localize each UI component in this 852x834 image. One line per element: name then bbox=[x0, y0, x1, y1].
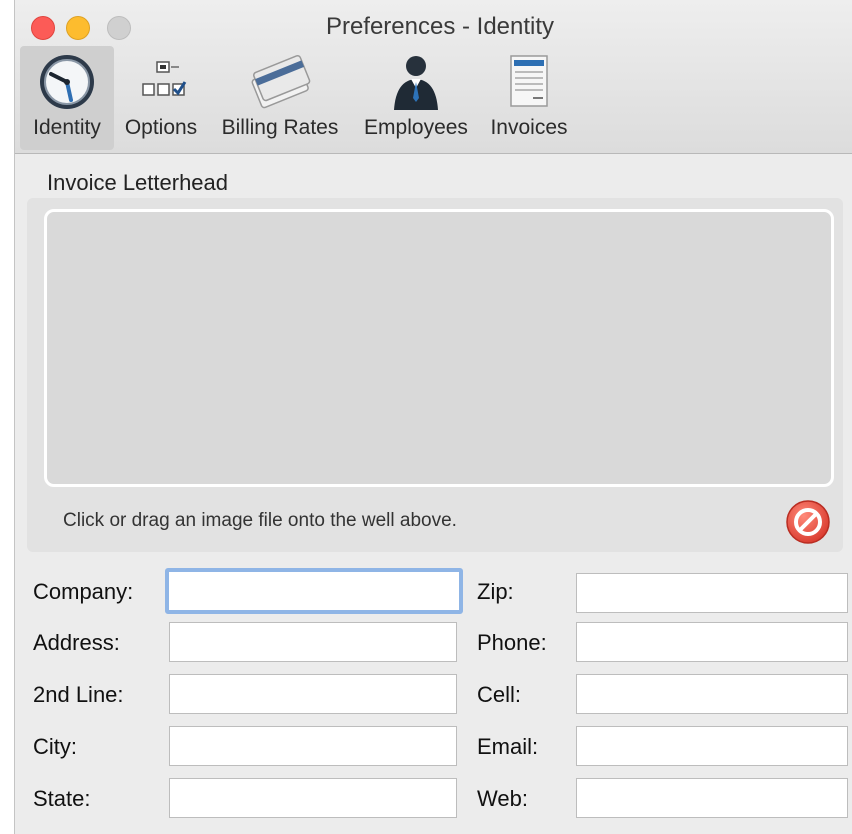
tab-options[interactable]: Options bbox=[119, 46, 203, 150]
phone-field[interactable] bbox=[576, 622, 848, 662]
address-label: Address: bbox=[33, 630, 120, 655]
options-checkbox-icon bbox=[119, 52, 203, 112]
tab-invoices-label: Invoices bbox=[490, 116, 568, 139]
letterhead-hint: Click or drag an image file onto the wel… bbox=[63, 510, 457, 531]
tab-identity-label: Identity bbox=[33, 116, 101, 139]
tab-billing-rates-label: Billing Rates bbox=[221, 116, 339, 139]
clear-image-icon[interactable] bbox=[785, 499, 831, 545]
toolbar: Identity Options Billing Rates Employees… bbox=[15, 46, 852, 152]
phone-label: Phone: bbox=[477, 630, 547, 655]
employee-person-icon bbox=[357, 52, 475, 112]
tab-identity[interactable]: Identity bbox=[20, 46, 114, 150]
window-title: Preferences - Identity bbox=[325, 13, 555, 40]
identity-clock-icon bbox=[20, 52, 114, 112]
tab-invoices[interactable]: Invoices bbox=[483, 46, 575, 150]
zoom-button[interactable] bbox=[107, 16, 131, 40]
cell-label: Cell: bbox=[477, 682, 522, 707]
address-field[interactable] bbox=[169, 622, 457, 662]
second-line-label: 2nd Line: bbox=[33, 682, 124, 707]
invoice-document-icon bbox=[483, 52, 575, 112]
zip-label: Zip: bbox=[477, 579, 514, 604]
close-button[interactable] bbox=[31, 16, 55, 40]
city-field[interactable] bbox=[169, 726, 457, 766]
web-field[interactable] bbox=[576, 778, 848, 818]
city-label: City: bbox=[33, 734, 77, 759]
letterhead-title: Invoice Letterhead bbox=[47, 170, 229, 195]
state-label: State: bbox=[33, 786, 91, 811]
cell-field[interactable] bbox=[576, 674, 848, 714]
tab-employees[interactable]: Employees bbox=[357, 46, 475, 150]
title-bar: Preferences - Identity Identity Options … bbox=[15, 0, 852, 154]
zip-field[interactable] bbox=[576, 573, 848, 613]
tab-employees-label: Employees bbox=[364, 116, 468, 139]
company-field[interactable] bbox=[165, 568, 463, 614]
email-label: Email: bbox=[477, 734, 539, 759]
email-field[interactable] bbox=[576, 726, 848, 766]
billing-cards-icon bbox=[211, 52, 349, 112]
preferences-window: Preferences - Identity Identity Options … bbox=[14, 0, 852, 834]
web-label: Web: bbox=[477, 786, 528, 811]
letterhead-image-well[interactable] bbox=[44, 209, 834, 487]
tab-billing-rates[interactable]: Billing Rates bbox=[211, 46, 349, 150]
company-label: Company: bbox=[33, 579, 134, 604]
tab-options-label: Options bbox=[124, 116, 198, 139]
state-field[interactable] bbox=[169, 778, 457, 818]
minimize-button[interactable] bbox=[66, 16, 90, 40]
second-line-field[interactable] bbox=[169, 674, 457, 714]
